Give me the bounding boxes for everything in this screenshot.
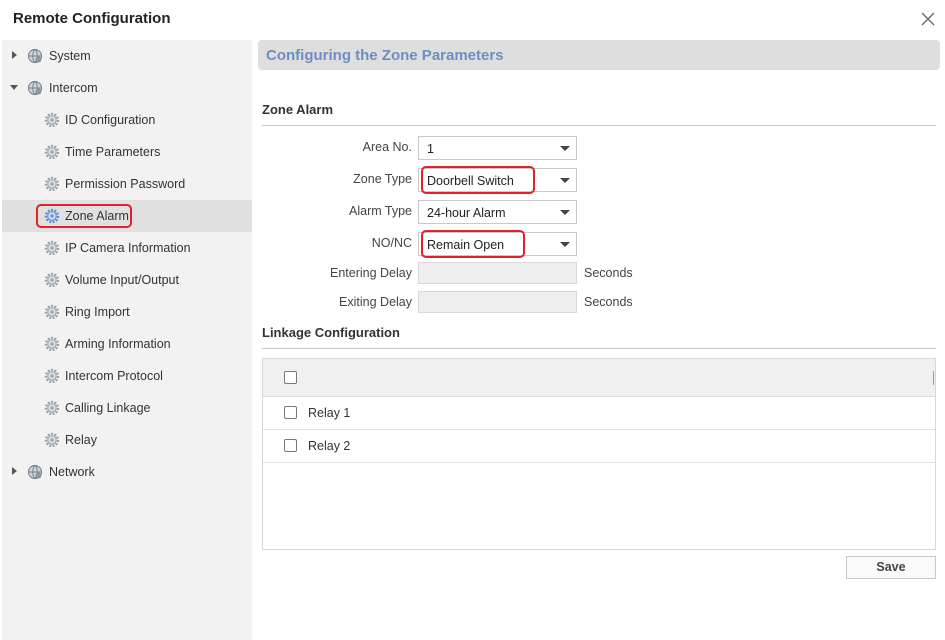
- table-row[interactable]: Relay 1: [263, 396, 935, 430]
- alarm-type-select[interactable]: 24-hour Alarm: [418, 200, 577, 224]
- sidebar-item-ring-import[interactable]: Ring Import: [2, 296, 252, 328]
- relay-2-label: Relay 2: [308, 439, 351, 453]
- sidebar-item-time-parameters[interactable]: Time Parameters: [2, 136, 252, 168]
- area-no-select[interactable]: 1: [418, 136, 577, 160]
- sidebar-item-intercom-protocol[interactable]: Intercom Protocol: [2, 360, 252, 392]
- exiting-delay-label: Exiting Delay: [339, 295, 412, 309]
- sidebar-item-label: Calling Linkage: [65, 401, 151, 415]
- section-divider: [262, 348, 936, 349]
- exiting-delay-unit: Seconds: [584, 295, 633, 309]
- sidebar-item-network[interactable]: Network: [2, 456, 252, 488]
- relay-1-label: Relay 1: [308, 406, 351, 420]
- gear-icon: [44, 112, 60, 128]
- linkage-table: Relay 1 Relay 2: [262, 358, 936, 550]
- device-globe-icon: [27, 48, 43, 64]
- save-button[interactable]: Save: [846, 556, 936, 579]
- zone-type-select[interactable]: Doorbell Switch: [418, 166, 577, 194]
- sidebar-item-label: Time Parameters: [65, 145, 161, 159]
- chevron-down-icon: [560, 242, 570, 247]
- sidebar-item-volume-input-output[interactable]: Volume Input/Output: [2, 264, 252, 296]
- sidebar-item-label: System: [49, 49, 91, 63]
- sidebar-item-label: IP Camera Information: [65, 241, 191, 255]
- entering-delay-input[interactable]: [418, 262, 577, 284]
- sidebar-item-label: ID Configuration: [65, 113, 156, 127]
- gear-icon: [44, 400, 60, 416]
- area-no-label: Area No.: [362, 140, 412, 154]
- gear-icon: [44, 368, 60, 384]
- sidebar-item-calling-linkage[interactable]: Calling Linkage: [2, 392, 252, 424]
- alarm-type-value: 24-hour Alarm: [427, 206, 506, 220]
- window-title: Remote Configuration: [13, 10, 171, 27]
- sidebar-item-id-configuration[interactable]: ID Configuration: [2, 104, 252, 136]
- no-nc-label: NO/NC: [371, 236, 412, 250]
- area-no-value: 1: [427, 142, 434, 156]
- select-all-checkbox[interactable]: [284, 371, 297, 384]
- gear-icon: [44, 336, 60, 352]
- table-row[interactable]: Relay 2: [263, 429, 935, 463]
- gear-icon: [44, 432, 60, 448]
- sidebar-item-zone-alarm[interactable]: Zone Alarm: [2, 200, 252, 232]
- sidebar-item-label: Relay: [65, 433, 97, 447]
- gear-icon: [44, 176, 60, 192]
- sidebar-item-label: Arming Information: [65, 337, 171, 351]
- chevron-down-icon: [560, 178, 570, 183]
- expand-down-icon[interactable]: [10, 85, 18, 90]
- sidebar-item-label: Intercom Protocol: [65, 369, 163, 383]
- sidebar-item-label: Intercom: [49, 81, 98, 95]
- sidebar-item-relay[interactable]: Relay: [2, 424, 252, 456]
- table-header: [263, 359, 935, 397]
- zone-type-label: Zone Type: [353, 172, 412, 186]
- sidebar-item-label: Permission Password: [65, 177, 186, 191]
- no-nc-select[interactable]: Remain Open: [418, 230, 577, 258]
- exiting-delay-input[interactable]: [418, 291, 577, 313]
- relay-2-checkbox[interactable]: [284, 439, 297, 452]
- sidebar-item-permission-password[interactable]: Permission Password: [2, 168, 252, 200]
- sidebar-item-arming-information[interactable]: Arming Information: [2, 328, 252, 360]
- sidebar-item-label: Zone Alarm: [65, 209, 129, 223]
- main-header: Configuring the Zone Parameters: [258, 40, 940, 70]
- column-resize-handle[interactable]: [933, 371, 934, 385]
- gear-icon: [44, 240, 60, 256]
- zone-alarm-section-title: Zone Alarm: [262, 102, 334, 117]
- chevron-down-icon: [560, 146, 570, 151]
- expand-right-icon[interactable]: [12, 51, 17, 59]
- sidebar-item-intercom[interactable]: Intercom: [2, 72, 252, 104]
- expand-right-icon[interactable]: [12, 467, 17, 475]
- linkage-section-title: Linkage Configuration: [262, 325, 400, 340]
- sidebar-item-system[interactable]: System: [2, 40, 252, 72]
- close-icon[interactable]: [919, 10, 937, 28]
- zone-type-value: Doorbell Switch: [427, 174, 514, 188]
- device-globe-icon: [27, 464, 43, 480]
- sidebar-item-ip-camera-information[interactable]: IP Camera Information: [2, 232, 252, 264]
- page-title: Configuring the Zone Parameters: [266, 47, 504, 64]
- sidebar-item-label: Network: [49, 465, 95, 479]
- entering-delay-unit: Seconds: [584, 266, 633, 280]
- no-nc-value: Remain Open: [427, 238, 505, 252]
- gear-icon: [44, 272, 60, 288]
- section-divider: [262, 125, 936, 126]
- chevron-down-icon: [560, 210, 570, 215]
- alarm-type-label: Alarm Type: [349, 204, 412, 218]
- relay-1-checkbox[interactable]: [284, 406, 297, 419]
- device-globe-icon: [27, 80, 43, 96]
- gear-icon: [44, 304, 60, 320]
- entering-delay-label: Entering Delay: [330, 266, 412, 280]
- sidebar-tree: System Intercom ID Configuration Time Param…: [2, 40, 252, 640]
- gear-icon: [44, 144, 60, 160]
- gear-icon: [44, 208, 60, 224]
- sidebar-item-label: Volume Input/Output: [65, 273, 179, 287]
- sidebar-item-label: Ring Import: [65, 305, 130, 319]
